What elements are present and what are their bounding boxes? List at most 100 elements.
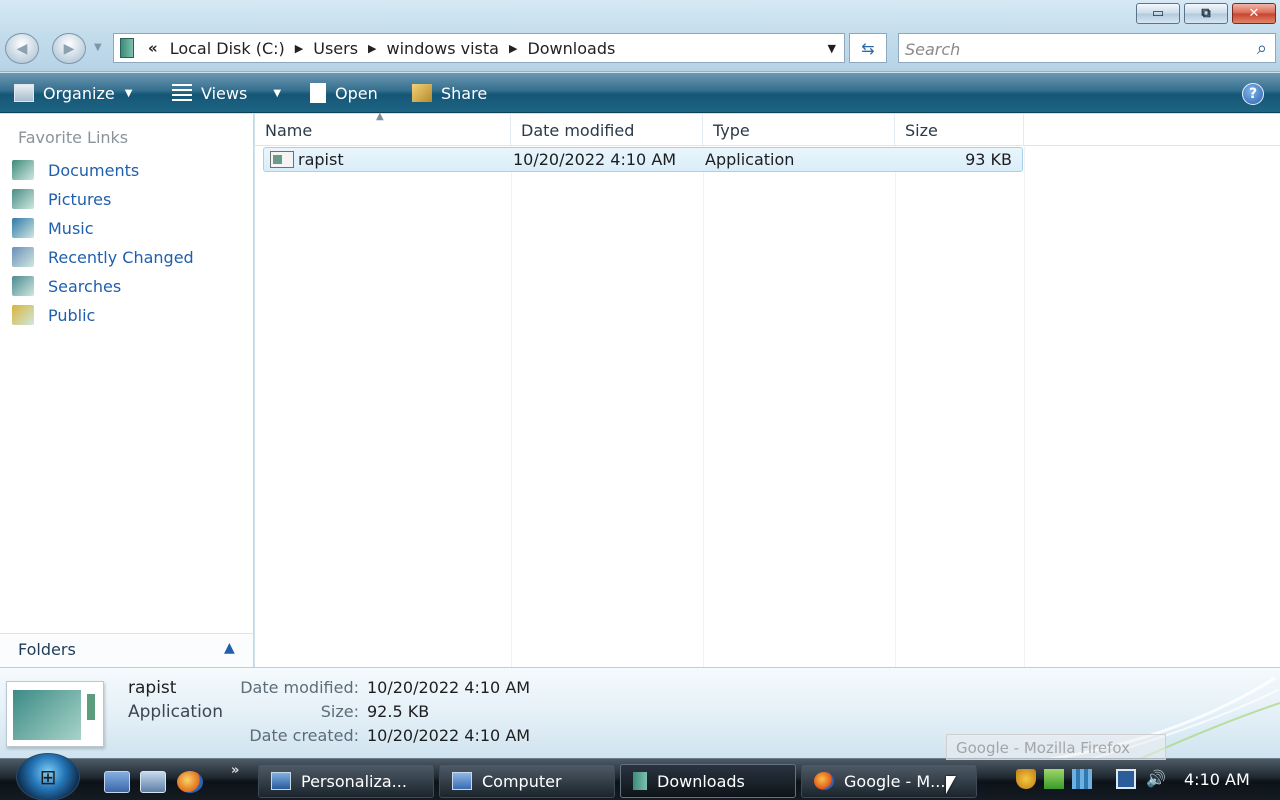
refresh-icon: ⇆ <box>861 38 875 58</box>
file-name: rapist <box>298 150 344 169</box>
share-label: Share <box>441 83 488 103</box>
breadcrumb-overflow[interactable]: « <box>148 39 158 57</box>
date-created-value: 10/20/2022 4:10 AM <box>367 726 531 745</box>
file-name-cell: rapist <box>270 148 344 171</box>
size-label: Size: <box>320 702 359 721</box>
size-value: 92.5 KB <box>367 702 430 721</box>
quicklaunch-more-icon[interactable]: » <box>231 763 239 778</box>
network-icon[interactable] <box>1116 769 1136 789</box>
volume-icon[interactable]: 🔊 <box>1146 769 1166 789</box>
folders-label: Folders <box>18 640 76 659</box>
nav-link-label: Public <box>48 305 96 325</box>
nav-link-public[interactable]: Public <box>12 303 95 327</box>
restore-icon: ⧉ <box>1201 6 1211 21</box>
column-size-label: Size <box>905 120 938 140</box>
show-desktop-icon[interactable] <box>104 771 130 793</box>
open-icon <box>310 83 326 103</box>
views-label: Views <box>201 83 248 103</box>
views-button[interactable]: Views ▼ <box>172 81 281 105</box>
column-header-type[interactable]: Type <box>703 114 895 146</box>
chevron-right-icon[interactable]: ▶ <box>368 42 376 55</box>
firefox-icon <box>814 772 834 790</box>
search-input[interactable] <box>905 39 1235 59</box>
file-date-modified: 10/20/2022 4:10 AM <box>513 150 677 169</box>
date-modified-value: 10/20/2022 4:10 AM <box>367 678 531 697</box>
windows-logo-icon: ⊞ <box>39 765 57 789</box>
file-thumbnail <box>6 681 104 747</box>
details-file-type: Application <box>128 702 223 722</box>
nav-link-documents[interactable]: Documents <box>12 158 139 182</box>
clock[interactable]: 4:10 AM <box>1184 770 1250 789</box>
column-divider <box>703 146 704 667</box>
nav-link-music[interactable]: Music <box>12 216 94 240</box>
nav-link-label: Documents <box>48 160 140 180</box>
search-icon[interactable]: ⌕ <box>1257 38 1267 59</box>
breadcrumb-downloads[interactable]: Downloads <box>527 39 615 58</box>
taskbar-button-label: Downloads <box>657 771 745 791</box>
documents-icon <box>12 160 34 180</box>
share-icon <box>412 84 432 102</box>
taskbar: ⊞ » Personaliza... Computer Downloads Go… <box>0 753 1280 800</box>
column-divider <box>895 146 896 667</box>
taskbar-button-downloads[interactable]: Downloads <box>620 764 796 798</box>
taskbar-button-personalization[interactable]: Personaliza... <box>258 764 434 798</box>
navigation-pane: Favorite Links Documents Pictures Music Rec… <box>0 114 254 667</box>
chevron-up-icon: ▲ <box>224 640 235 656</box>
details-file-name: rapist <box>128 678 177 698</box>
network-check-icon[interactable] <box>1044 769 1064 789</box>
chevron-right-icon[interactable]: ▶ <box>295 42 303 55</box>
public-folder-icon <box>12 305 34 325</box>
nav-link-pictures[interactable]: Pictures <box>12 187 111 211</box>
application-icon <box>270 151 294 168</box>
minimize-button[interactable]: ▭ <box>1136 3 1180 24</box>
help-button[interactable]: ? <box>1242 83 1264 105</box>
system-tray: 🔊 4:10 AM <box>1010 759 1280 800</box>
close-icon: ✕ <box>1248 6 1260 21</box>
organize-button[interactable]: Organize ▼ <box>14 81 132 105</box>
back-button[interactable]: ◀ <box>5 33 39 64</box>
nav-link-label: Music <box>48 218 94 238</box>
refresh-button[interactable]: ⇆ <box>849 33 887 63</box>
nav-link-label: Recently Changed <box>48 247 194 267</box>
command-bar: Organize ▼ Views ▼ Open Share ? <box>0 73 1280 113</box>
address-dropdown-icon[interactable]: ▼ <box>828 42 836 55</box>
column-header-size[interactable]: Size <box>895 114 1024 146</box>
windows-update-icon[interactable] <box>1072 769 1092 789</box>
start-button[interactable]: ⊞ <box>16 753 80 800</box>
breadcrumb-windows-vista[interactable]: windows vista <box>387 39 499 58</box>
column-name-label: Name <box>265 120 313 140</box>
date-modified-label: Date modified: <box>240 678 359 697</box>
searches-icon <box>12 276 34 296</box>
column-header-name[interactable]: Name ▲ <box>255 111 511 146</box>
column-header-row: Name ▲ Date modified Type Size <box>255 111 1280 146</box>
maximize-button[interactable]: ⧉ <box>1184 3 1228 24</box>
firefox-quicklaunch-icon[interactable] <box>177 771 203 793</box>
chevron-down-icon: ▼ <box>273 87 282 99</box>
forward-button[interactable]: ▶ <box>52 33 86 64</box>
breadcrumb-local-disk[interactable]: Local Disk (C:) <box>170 39 285 58</box>
nav-link-recently-changed[interactable]: Recently Changed <box>12 245 194 269</box>
taskbar-button-computer[interactable]: Computer <box>439 764 615 798</box>
help-icon: ? <box>1248 86 1258 102</box>
nav-link-searches[interactable]: Searches <box>12 274 121 298</box>
file-type: Application <box>705 150 795 169</box>
folders-toggle[interactable]: Folders ▲ <box>0 633 253 667</box>
column-header-date-modified[interactable]: Date modified <box>511 114 703 146</box>
close-button[interactable]: ✕ <box>1232 3 1276 24</box>
recent-pages-dropdown[interactable]: ▼ <box>94 42 102 53</box>
file-row-selected[interactable]: rapist 10/20/2022 4:10 AM Application 93… <box>263 147 1023 172</box>
search-box[interactable]: ⌕ <box>898 33 1276 63</box>
breadcrumb-users[interactable]: Users <box>313 39 358 58</box>
open-button[interactable]: Open <box>310 81 378 105</box>
share-button[interactable]: Share <box>412 81 487 105</box>
chevron-right-icon[interactable]: ▶ <box>509 42 517 55</box>
chevron-down-icon: ▼ <box>124 87 133 99</box>
date-created-label: Date created: <box>249 726 359 745</box>
address-bar[interactable]: « Local Disk (C:) ▶ Users ▶ windows vist… <box>113 33 845 63</box>
computer-icon <box>452 772 472 790</box>
recently-changed-icon <box>12 247 34 267</box>
switch-windows-icon[interactable] <box>140 771 166 793</box>
mouse-cursor-icon <box>946 776 956 794</box>
column-divider <box>511 146 512 667</box>
security-shield-icon[interactable] <box>1016 769 1036 789</box>
